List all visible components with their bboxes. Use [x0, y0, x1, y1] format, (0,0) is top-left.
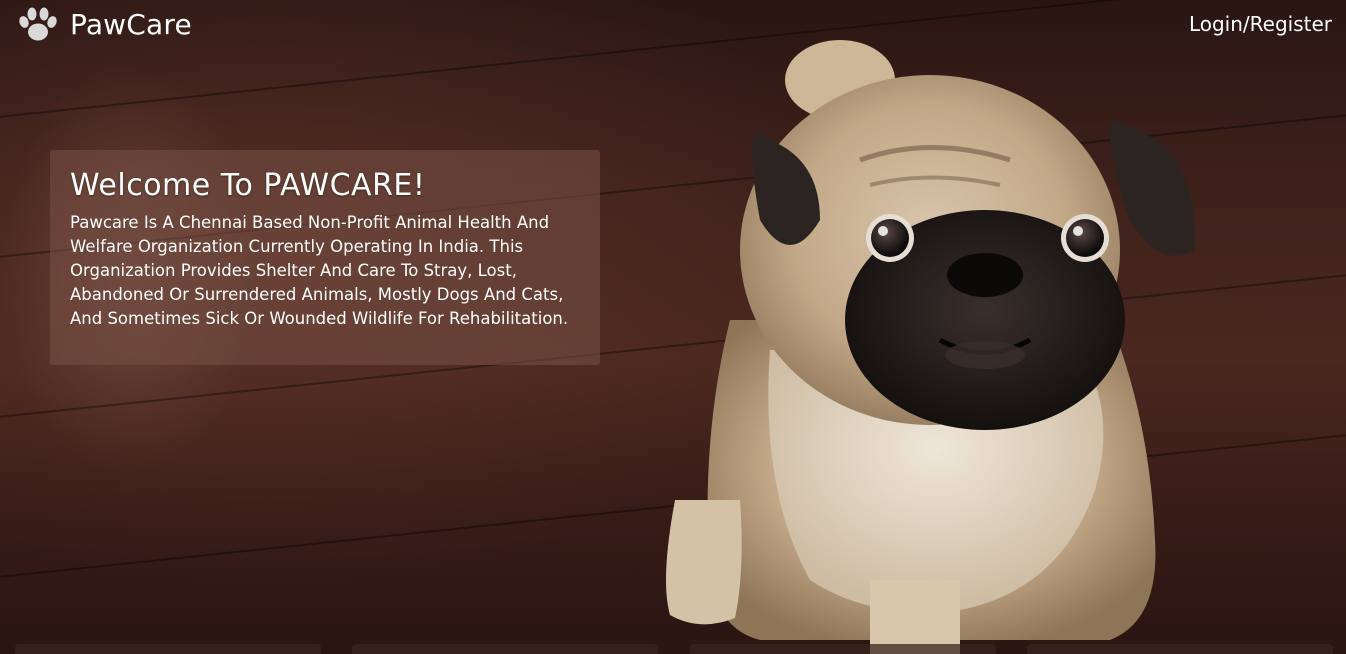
brand-name[interactable]: PawCare	[70, 8, 192, 41]
feature-card[interactable]	[15, 644, 321, 654]
welcome-panel: Welcome To PAWCARE! Pawcare Is A Chennai…	[50, 150, 600, 365]
feature-card[interactable]	[1027, 644, 1333, 654]
feature-card[interactable]	[690, 644, 996, 654]
pug-photo	[666, 40, 1196, 654]
welcome-description: Pawcare Is A Chennai Based Non-Profit An…	[70, 213, 569, 328]
brand-logo[interactable]: PawCare	[16, 4, 192, 44]
login-register-link[interactable]: Login/Register	[1189, 12, 1332, 36]
welcome-title: Welcome To PAWCARE!	[70, 168, 426, 203]
feature-card[interactable]	[352, 644, 658, 654]
top-navbar: PawCare Login/Register	[0, 0, 1346, 50]
paw-icon	[19, 7, 57, 41]
hero-section: PawCare Login/Register Welcome To PAWCAR…	[0, 0, 1346, 654]
